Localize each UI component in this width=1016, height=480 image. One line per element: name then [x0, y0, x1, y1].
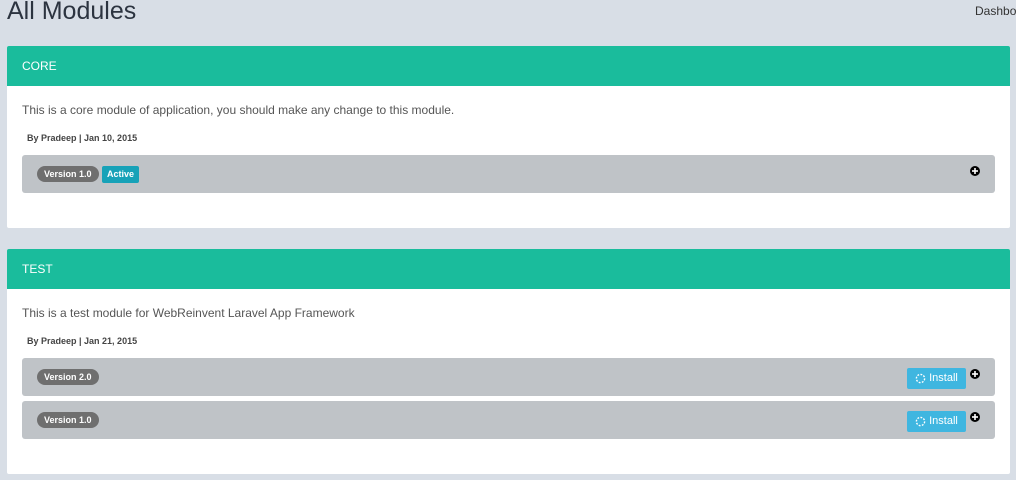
module-header[interactable]: CORE	[7, 46, 1010, 86]
plus-circle-icon[interactable]	[970, 166, 980, 176]
module-panel-test: TEST This is a test module for WebReinve…	[7, 249, 1010, 474]
version-row: Version 2.0 Install	[22, 358, 995, 396]
install-button[interactable]: Install	[907, 411, 966, 432]
module-panel-core: CORE This is a core module of applicatio…	[7, 46, 1010, 228]
install-button-label: Install	[929, 372, 958, 384]
spinner-icon	[915, 373, 926, 384]
status-badge: Active	[102, 166, 140, 183]
module-header[interactable]: TEST	[7, 249, 1010, 289]
plus-circle-icon[interactable]	[970, 412, 980, 422]
plus-circle-icon[interactable]	[970, 369, 980, 379]
version-row: Version 1.0 Install	[22, 401, 995, 439]
breadcrumb-dashboard[interactable]: Dashboard	[975, 4, 1016, 18]
module-description: This is a test module for WebReinvent La…	[22, 306, 355, 320]
module-meta: By Pradeep | Jan 21, 2015	[27, 336, 138, 346]
version-badge: Version 1.0	[37, 412, 99, 428]
module-description: This is a core module of application, yo…	[22, 103, 455, 117]
version-badge: Version 1.0	[37, 166, 99, 182]
install-button[interactable]: Install	[907, 368, 966, 389]
version-row: Version 1.0 Active	[22, 155, 995, 193]
page-title: All Modules	[7, 0, 137, 25]
spinner-icon	[915, 416, 926, 427]
install-button-label: Install	[929, 415, 958, 427]
module-meta: By Pradeep | Jan 10, 2015	[27, 133, 138, 143]
version-badge: Version 2.0	[37, 369, 99, 385]
